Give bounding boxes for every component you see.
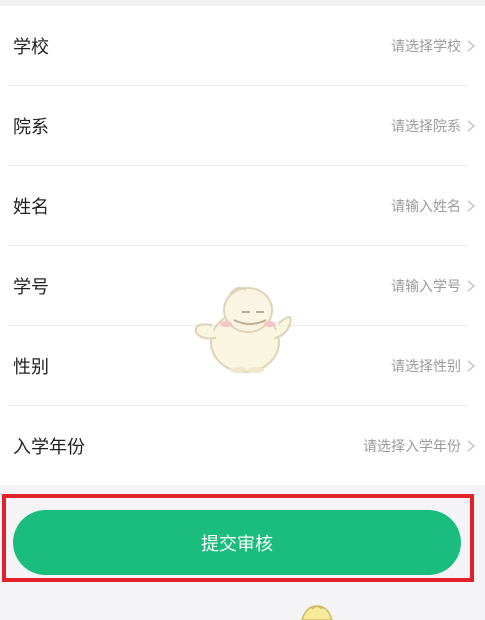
chevron-right-icon bbox=[467, 40, 476, 52]
department-placeholder[interactable]: 请选择院系 bbox=[391, 116, 461, 136]
chevron-right-icon bbox=[467, 120, 476, 132]
enrollment-year-label: 入学年份 bbox=[13, 437, 85, 458]
row-department[interactable]: 院系 请选择院系 bbox=[0, 86, 485, 166]
enrollment-form: 学校 请选择学校 院系 请选择院系 姓名 请输入姓名 学号 请输入学号 性别 请… bbox=[0, 6, 485, 485]
name-placeholder[interactable]: 请输入姓名 bbox=[391, 196, 461, 216]
row-school[interactable]: 学校 请选择学校 bbox=[0, 6, 485, 86]
school-label: 学校 bbox=[13, 37, 49, 58]
row-gender[interactable]: 性别 请选择性别 bbox=[0, 326, 485, 406]
chevron-right-icon bbox=[467, 280, 476, 292]
enrollment-year-placeholder[interactable]: 请选择入学年份 bbox=[363, 436, 461, 456]
student-id-placeholder[interactable]: 请输入学号 bbox=[391, 276, 461, 296]
gender-label: 性别 bbox=[13, 357, 49, 378]
row-enrollment-year[interactable]: 入学年份 请选择入学年份 bbox=[0, 406, 485, 486]
submit-review-button[interactable]: 提交审核 bbox=[13, 510, 461, 575]
gender-placeholder[interactable]: 请选择性别 bbox=[391, 356, 461, 376]
department-label: 院系 bbox=[13, 117, 49, 138]
school-placeholder[interactable]: 请选择学校 bbox=[391, 36, 461, 56]
chevron-right-icon bbox=[467, 200, 476, 212]
row-student-id[interactable]: 学号 请输入学号 bbox=[0, 246, 485, 326]
chevron-right-icon bbox=[467, 440, 476, 452]
student-id-label: 学号 bbox=[13, 277, 49, 298]
chevron-right-icon bbox=[467, 360, 476, 372]
name-label: 姓名 bbox=[13, 197, 49, 218]
row-name[interactable]: 姓名 请输入姓名 bbox=[0, 166, 485, 246]
